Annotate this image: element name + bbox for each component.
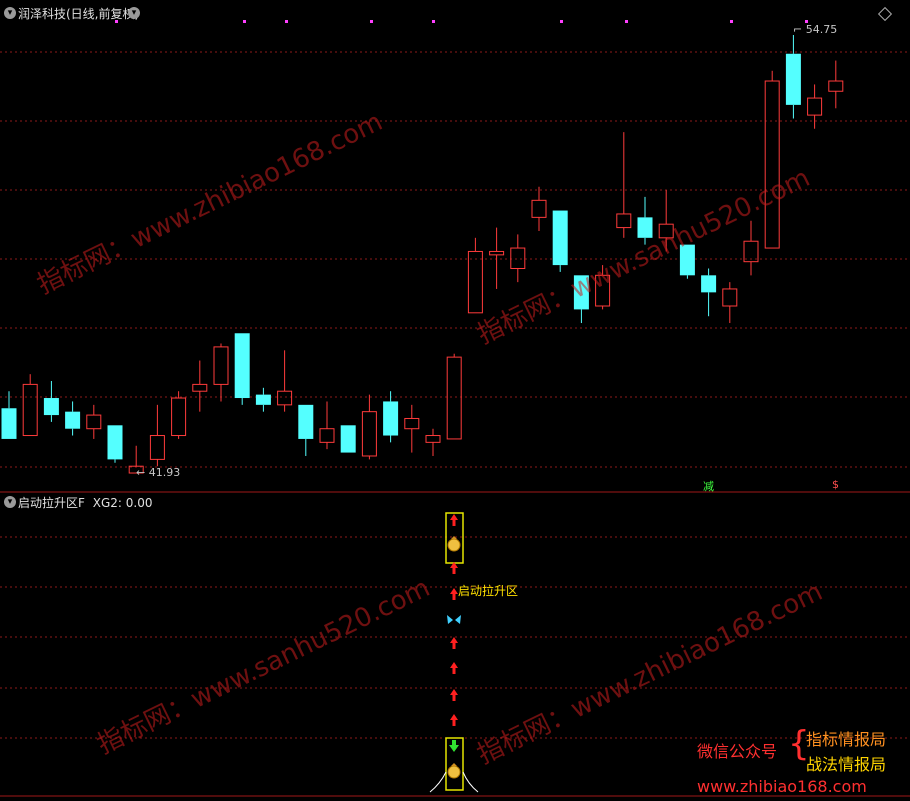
candle-body-up [446,356,462,440]
indicator-field-value: 0.00 [125,496,153,510]
butterfly-icon [447,615,461,624]
candle-body-up [425,435,441,443]
candle-body-down [573,275,589,310]
candle-body-down [255,394,271,405]
top-marker [730,20,733,23]
reduce-badge: 减 [703,480,714,493]
candle-body-up [192,383,208,392]
money-bag-icon [447,538,461,552]
top-markers [115,20,808,23]
low-price-value: 41.93 [148,466,181,479]
candle-body-up [22,383,38,437]
promo-url: www.zhibiao168.com [697,777,867,796]
top-marker [625,20,628,23]
down-arrow-icon [449,740,459,752]
price-grid [0,51,910,468]
stock-chart[interactable] [0,0,910,801]
candle-body-up [722,288,738,307]
candle-body-down [43,398,59,416]
candle-body-up [489,250,505,256]
candle-body-up [616,213,632,229]
candle-body-up [510,247,526,269]
candle-body-down [785,53,801,105]
top-marker [285,20,288,23]
top-marker [370,20,373,23]
candle-body-up [764,80,780,249]
up-arrow-icon [450,714,458,726]
candlestick-series [1,35,844,474]
indicator-header: 启动拉升区F XG2: 0.00 [18,494,152,511]
top-marker [560,20,563,23]
candle-body-up [149,435,165,460]
high-price-label: ⌐ 54.75 [793,23,837,36]
candle-body-down [552,210,568,266]
indicator-signals [429,512,479,793]
indicator-menu-icon[interactable]: ▾ [4,496,16,508]
promo-name-1: 指标情报局 [806,730,887,749]
promo-name-2: 战法情报局 [806,755,887,774]
candle-body-up [658,223,674,239]
high-arrow-icon: ⌐ [793,23,806,36]
up-arrow-icon [450,689,458,701]
up-arrow-icon [450,588,458,600]
candle-body-up [595,274,611,307]
candle-body-up [277,390,293,406]
candle-body-down [340,425,356,453]
candle-body-down [701,275,717,293]
up-arrow-icon [450,514,458,526]
high-price-value: 54.75 [805,23,838,36]
candle-body-down [65,411,81,429]
low-price-label: ← 41.93 [136,466,180,479]
title-dropdown-icon[interactable]: ▾ [128,7,140,19]
candle-body-down [1,408,17,439]
candle-body-up [86,414,102,430]
candle-body-up [467,250,483,314]
candle-body-up [213,346,229,385]
promo-wechat-label: 微信公众号 [697,742,778,761]
candle-body-down [234,333,250,399]
candle-body-down [298,404,314,439]
indicator-field-label: XG2: [92,496,122,510]
candle-body-up [404,417,420,430]
indicator-name: 启动拉升区F [18,496,85,510]
candle-body-down [679,244,695,276]
money-bag-knot-icon [451,763,457,766]
top-marker [432,20,435,23]
money-bag-icon [447,765,461,779]
up-arrow-icon [450,637,458,649]
candle-body-up [171,397,187,437]
candle-body-up [319,428,335,443]
candle-body-down [383,401,399,436]
candle-body-up [531,199,547,218]
top-marker [243,20,246,23]
candle-body-down [107,425,123,460]
chart-title: 润泽科技(日线,前复权) [18,7,140,21]
up-arrow-icon [450,662,458,674]
low-arrow-icon: ← [136,466,149,479]
signal-text: 启动拉升区 [458,584,519,598]
chart-menu-icon[interactable]: ▾ [4,7,16,19]
candle-body-up [828,80,844,92]
candle-body-down [637,217,653,238]
up-arrow-icon [450,562,458,574]
candle-body-up [807,97,823,116]
money-badge: $ [832,478,839,491]
candle-body-up [361,411,377,457]
